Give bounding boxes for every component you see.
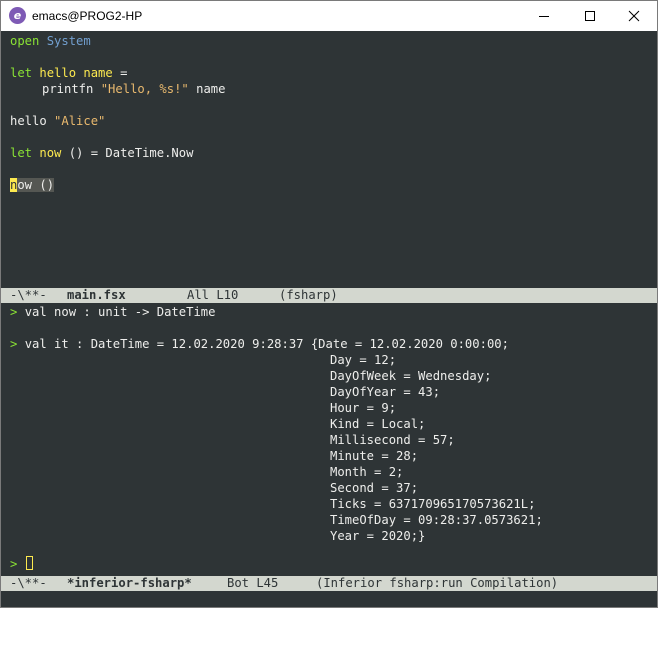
modeline-status: -\**- bbox=[10, 288, 47, 302]
editor-buffer-main-fsx[interactable]: open System let hello name = printfn "He… bbox=[1, 31, 657, 288]
code-line-1: open System bbox=[10, 34, 91, 48]
repl-field: Kind = Local; bbox=[330, 417, 426, 431]
modeline-buffer-name[interactable]: main.fsx bbox=[67, 288, 126, 303]
modeline-position: All L10 bbox=[187, 288, 239, 302]
emacs-window: e emacs@PROG2-HP open System let hello n… bbox=[0, 0, 658, 608]
title-bar[interactable]: e emacs@PROG2-HP bbox=[1, 1, 657, 31]
repl-field: Minute = 28; bbox=[330, 449, 419, 463]
repl-field: Hour = 9; bbox=[330, 401, 397, 415]
repl-field: Month = 2; bbox=[330, 465, 404, 479]
repl-line-3: > val it : DateTime = 12.02.2020 9:28:37… bbox=[10, 337, 509, 351]
maximize-icon bbox=[585, 11, 595, 21]
repl-prompt: > bbox=[10, 557, 18, 571]
code-line-6: hello "Alice" bbox=[10, 114, 106, 128]
maximize-button[interactable] bbox=[567, 1, 613, 31]
repl-field: Second = 37; bbox=[330, 481, 419, 495]
emacs-icon: e bbox=[9, 7, 26, 24]
repl-text-cursor[interactable] bbox=[26, 556, 33, 570]
modeline-major-mode[interactable]: (Inferior fsharp:run Compilation) bbox=[316, 576, 558, 591]
repl-field: Year = 2020;} bbox=[330, 529, 426, 543]
repl-field: Ticks = 637170965170573621L; bbox=[330, 497, 536, 511]
window-title: emacs@PROG2-HP bbox=[32, 9, 143, 23]
repl-field: DayOfWeek = Wednesday; bbox=[330, 369, 492, 383]
repl-field: Day = 12; bbox=[330, 353, 397, 367]
code-line-8: let now () = DateTime.Now bbox=[10, 146, 194, 160]
mode-line-repl[interactable]: -\**- *inferior-fsharp* Bot L45 (Inferio… bbox=[1, 576, 657, 591]
close-icon bbox=[628, 10, 640, 22]
repl-field: DayOfYear = 43; bbox=[330, 385, 441, 399]
repl-line-1: > val now : unit -> DateTime bbox=[10, 305, 216, 319]
repl-field: Millisecond = 57; bbox=[330, 433, 455, 447]
modeline-buffer-name[interactable]: *inferior-fsharp* bbox=[67, 576, 192, 591]
minimize-button[interactable] bbox=[521, 1, 567, 31]
code-line-10-current: now () bbox=[10, 178, 55, 192]
mode-line-main[interactable]: -\**- main.fsx All L10 (fsharp) bbox=[1, 288, 657, 303]
close-button[interactable] bbox=[611, 1, 657, 31]
code-line-3: let hello name = bbox=[10, 66, 128, 80]
code-line-4: printfn "Hello, %s!" name bbox=[42, 82, 226, 96]
repl-buffer-inferior-fsharp[interactable]: > val now : unit -> DateTime > val it : … bbox=[1, 303, 657, 576]
modeline-major-mode[interactable]: (fsharp) bbox=[279, 288, 338, 303]
modeline-position: Bot L45 bbox=[227, 576, 279, 590]
minimize-icon bbox=[539, 16, 549, 17]
modeline-status: -\**- bbox=[10, 576, 47, 590]
repl-field: TimeOfDay = 09:28:37.0573621; bbox=[330, 513, 543, 527]
